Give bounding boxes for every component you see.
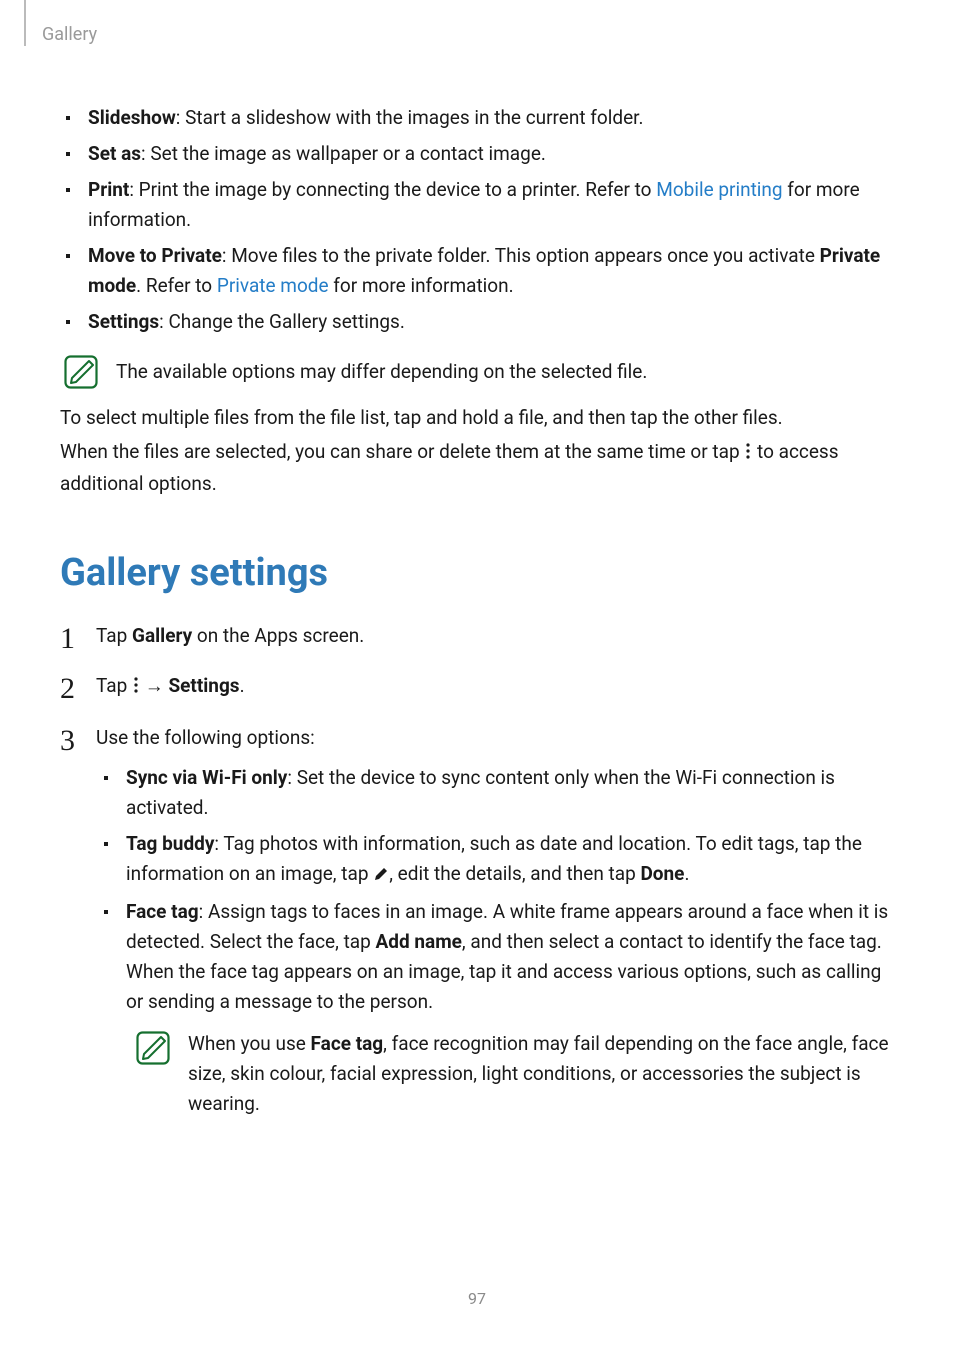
feature-desc: : Start a slideshow with the images in t… bbox=[176, 106, 644, 129]
step-item: Use the following options: Sync via Wi-F… bbox=[60, 723, 894, 1119]
note-text: When you use Face tag, face recognition … bbox=[188, 1029, 894, 1119]
feature-label: Move to Private bbox=[88, 244, 222, 267]
step-text: . bbox=[240, 674, 245, 697]
text: When the files are selected, you can sha… bbox=[60, 440, 744, 463]
paragraph: To select multiple files from the file l… bbox=[60, 403, 894, 433]
list-item: Tag buddy: Tag photos with information, … bbox=[126, 829, 894, 891]
link-private-mode[interactable]: Private mode bbox=[217, 274, 329, 297]
bold-text: Gallery bbox=[132, 624, 192, 647]
bold-text: Done bbox=[640, 862, 684, 885]
list-item: Print: Print the image by connecting the… bbox=[88, 175, 894, 235]
feature-desc: : Change the Gallery settings. bbox=[159, 310, 405, 333]
list-item: Sync via Wi-Fi only: Set the device to s… bbox=[126, 763, 894, 823]
feature-label: Slideshow bbox=[88, 106, 176, 129]
heading-gallery-settings: Gallery settings bbox=[60, 551, 894, 595]
steps-list: Tap Gallery on the Apps screen. Tap → Se… bbox=[60, 621, 894, 1119]
step-text: on the Apps screen. bbox=[192, 624, 364, 647]
bold-text: Add name bbox=[376, 930, 462, 953]
feature-desc: for more information. bbox=[329, 274, 514, 297]
paragraph: When the files are selected, you can sha… bbox=[60, 437, 894, 499]
edit-icon bbox=[373, 861, 389, 891]
side-rule bbox=[24, 0, 26, 46]
feature-label: Print bbox=[88, 178, 129, 201]
bold-text: Face tag bbox=[311, 1032, 384, 1055]
feature-desc: : Print the image by connecting the devi… bbox=[129, 178, 656, 201]
note-callout: The available options may differ dependi… bbox=[60, 355, 894, 389]
note-text: The available options may differ dependi… bbox=[116, 357, 647, 387]
feature-label: Settings bbox=[88, 310, 159, 333]
step-text: Tap bbox=[96, 624, 132, 647]
option-label: Tag buddy bbox=[126, 832, 214, 855]
feature-desc: : Move files to the private folder. This… bbox=[222, 244, 820, 267]
step-text: Tap bbox=[96, 674, 132, 697]
option-desc: , edit the details, and then tap bbox=[389, 862, 640, 885]
list-item: Move to Private: Move files to the priva… bbox=[88, 241, 894, 301]
more-options-icon bbox=[132, 673, 140, 703]
step-item: Tap Gallery on the Apps screen. bbox=[60, 621, 894, 651]
option-label: Face tag bbox=[126, 900, 199, 923]
feature-desc: : Set the image as wallpaper or a contac… bbox=[141, 142, 546, 165]
note-icon bbox=[136, 1031, 170, 1065]
page-number: 97 bbox=[0, 1289, 954, 1308]
feature-list: Slideshow: Start a slideshow with the im… bbox=[60, 103, 894, 337]
list-item: Slideshow: Start a slideshow with the im… bbox=[88, 103, 894, 133]
section-header: Gallery bbox=[42, 24, 894, 45]
list-item: Settings: Change the Gallery settings. bbox=[88, 307, 894, 337]
feature-desc: . Refer to bbox=[136, 274, 217, 297]
bold-text: Settings bbox=[168, 674, 239, 697]
note-icon bbox=[64, 355, 98, 389]
arrow-text: → bbox=[140, 674, 168, 697]
step-text: Use the following options: bbox=[96, 726, 315, 749]
note-callout: When you use Face tag, face recognition … bbox=[96, 1029, 894, 1119]
feature-label: Set as bbox=[88, 142, 141, 165]
text: When you use bbox=[188, 1032, 311, 1055]
option-label: Sync via Wi-Fi only bbox=[126, 766, 287, 789]
list-item: Face tag: Assign tags to faces in an ima… bbox=[126, 897, 894, 1017]
step-item: Tap → Settings. bbox=[60, 671, 894, 703]
options-list: Sync via Wi-Fi only: Set the device to s… bbox=[96, 763, 894, 1017]
option-desc: . bbox=[684, 862, 689, 885]
link-mobile-printing[interactable]: Mobile printing bbox=[656, 178, 782, 201]
list-item: Set as: Set the image as wallpaper or a … bbox=[88, 139, 894, 169]
